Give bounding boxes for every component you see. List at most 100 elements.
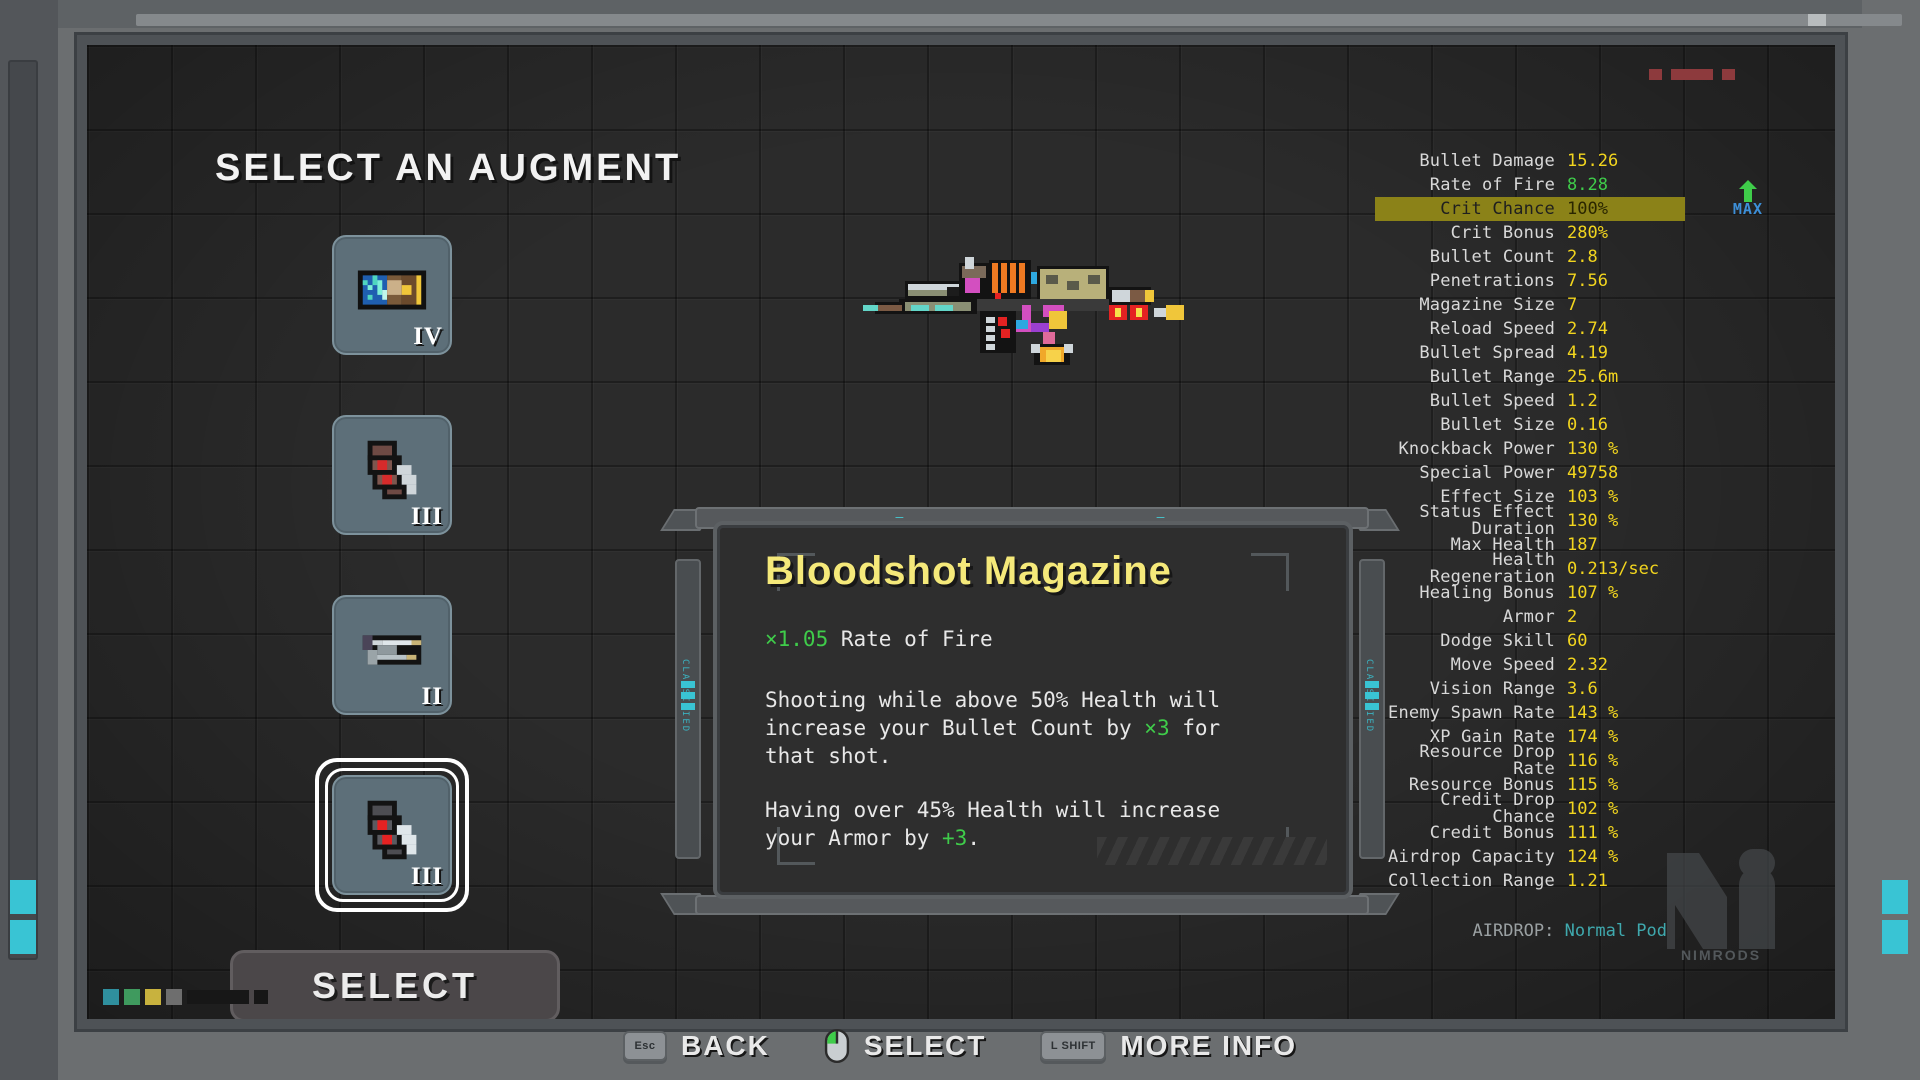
stat-value: 7.56 [1567, 273, 1685, 290]
stat-row: Reload Speed 2.74 [1375, 317, 1685, 341]
stat-row: Bullet Size 0.16 [1375, 413, 1685, 437]
stat-row: Crit Chance 100% MAX [1375, 197, 1685, 221]
hotkey-select[interactable]: SELECT [824, 1029, 986, 1063]
tooltip-bracket [1251, 553, 1289, 591]
bloodshot-magazine-icon [353, 431, 431, 509]
stat-value: 115 % [1567, 777, 1685, 794]
hotkey-label-select: SELECT [864, 1030, 986, 1062]
titlebar-thumb[interactable] [1808, 14, 1826, 26]
stat-label: Rate of Fire [1375, 177, 1567, 194]
desktop-right-panel [1862, 0, 1920, 1080]
hotkey-label-back: BACK [681, 1030, 770, 1062]
stat-label: Knockback Power [1375, 441, 1567, 458]
window-titlebar[interactable] [58, 0, 1862, 28]
airdrop-label: AIRDROP: [1473, 921, 1555, 941]
stat-label: Bullet Speed [1375, 393, 1567, 410]
status-chip-gray [166, 989, 182, 1005]
stat-value: 4.19 [1567, 345, 1685, 362]
augment-card-4-selected[interactable]: III [332, 775, 452, 895]
stat-row: Vision Range 3.6 [1375, 677, 1685, 701]
augment-stat-line: ×1.05 Rate of Fire [765, 627, 993, 651]
desc-highlight: +3 [942, 826, 967, 850]
shift-key-icon: L SHIFT [1040, 1031, 1106, 1061]
augment-card-3[interactable]: II [332, 595, 452, 715]
stat-row: Bullet Spread 4.19 [1375, 341, 1685, 365]
left-led-indicator [10, 880, 36, 914]
card-tier-label: III [411, 503, 443, 531]
augment-card-1[interactable]: IV [332, 235, 452, 355]
stat-value: 280% [1567, 225, 1685, 242]
card-tier-label: IV [413, 323, 443, 351]
desc-text: Having over 45% Health will increase you… [765, 798, 1220, 850]
stat-value: 130 % [1567, 441, 1685, 458]
stat-value: 130 % [1567, 513, 1685, 530]
stat-value: 116 % [1567, 753, 1685, 770]
augment-name: Bloodshot Magazine [765, 549, 1172, 594]
stat-row: Move Speed 2.32 [1375, 653, 1685, 677]
hotkey-bar: Esc BACK SELECT L SHIFT MORE INFO [0, 1018, 1920, 1074]
stat-row: Resource Drop Rate 116 % [1375, 749, 1685, 773]
stat-value: 7 [1567, 297, 1685, 314]
stat-value: 2.32 [1567, 657, 1685, 674]
stat-row: Magazine Size 7 [1375, 293, 1685, 317]
hotkey-more-info[interactable]: L SHIFT MORE INFO [1040, 1030, 1297, 1062]
desc-text: . [967, 826, 980, 850]
titlebar-track [136, 14, 1902, 26]
stat-row: Crit Bonus 280% [1375, 221, 1685, 245]
page-title: SELECT AN AUGMENT [215, 147, 681, 190]
stat-value: 2 [1567, 609, 1685, 626]
stat-label: Bullet Damage [1375, 153, 1567, 170]
stat-value: 60 [1567, 633, 1685, 650]
status-square [254, 990, 268, 1004]
augment-card-2[interactable]: III [332, 415, 452, 535]
nimrods-wordmark: NIMRODS [1659, 947, 1783, 963]
stat-row: Healing Bonus 107 % [1375, 581, 1685, 605]
hotkey-back[interactable]: Esc BACK [623, 1030, 770, 1062]
stat-label: Crit Bonus [1375, 225, 1567, 242]
stat-label: Armor [1375, 609, 1567, 626]
left-rail-decor [8, 60, 38, 960]
select-button[interactable]: SELECT [230, 950, 560, 1019]
stat-value: 3.6 [1567, 681, 1685, 698]
description-paragraph-1: Shooting while above 50% Health will inc… [765, 687, 1275, 771]
stat-multiplier: ×1.05 [765, 627, 828, 651]
stat-value: 103 % [1567, 489, 1685, 506]
desc-highlight: ×3 [1144, 716, 1169, 740]
airdrop-value: Normal Pod [1565, 921, 1667, 941]
esc-key-label: Esc [634, 1040, 655, 1052]
stat-label: Airdrop Capacity [1375, 849, 1567, 866]
stat-increase-arrow-icon [1739, 180, 1757, 202]
stat-row: Bullet Range 25.6m [1375, 365, 1685, 389]
stat-value: 49758 [1567, 465, 1685, 482]
mouse-left-click-icon [824, 1029, 850, 1063]
stat-label: Special Power [1375, 465, 1567, 482]
stat-label: Move Speed [1375, 657, 1567, 674]
stat-label: Collection Range [1375, 873, 1567, 890]
stat-value: 1.2 [1567, 393, 1685, 410]
stat-value: 107 % [1567, 585, 1685, 602]
augment-description: Shooting while above 50% Health will inc… [765, 687, 1275, 853]
stat-value: 174 % [1567, 729, 1685, 746]
card-tier-label: III [411, 863, 443, 891]
stat-value: 187 [1567, 537, 1685, 554]
augment-card-list: IV III II III [332, 235, 452, 955]
status-chip-row [103, 989, 268, 1005]
stat-row: Airdrop Capacity 124 % [1375, 845, 1685, 869]
stat-row: Credit Bonus 111 % [1375, 821, 1685, 845]
stat-label: Enemy Spawn Rate [1375, 705, 1567, 722]
airdrop-status: AIRDROP: Normal Pod [1473, 921, 1668, 941]
right-led-indicator [1882, 880, 1908, 914]
stat-value: 15.26 [1567, 153, 1685, 170]
stat-name: Rate of Fire [841, 627, 993, 651]
stat-value: 25.6m [1567, 369, 1685, 386]
stat-row: Bullet Count 2.8 [1375, 245, 1685, 269]
status-chip-yellow [145, 989, 161, 1005]
tooltip-left-rail: CLASSIFIED [675, 559, 701, 859]
right-led-indicator [1882, 920, 1908, 954]
shift-key-label: L SHIFT [1051, 1040, 1096, 1052]
stat-label: Reload Speed [1375, 321, 1567, 338]
stat-value: 0.213/sec [1567, 561, 1685, 578]
stat-row: Enemy Spawn Rate 143 % [1375, 701, 1685, 725]
stat-label: Healing Bonus [1375, 585, 1567, 602]
status-progress-bar [187, 990, 249, 1004]
